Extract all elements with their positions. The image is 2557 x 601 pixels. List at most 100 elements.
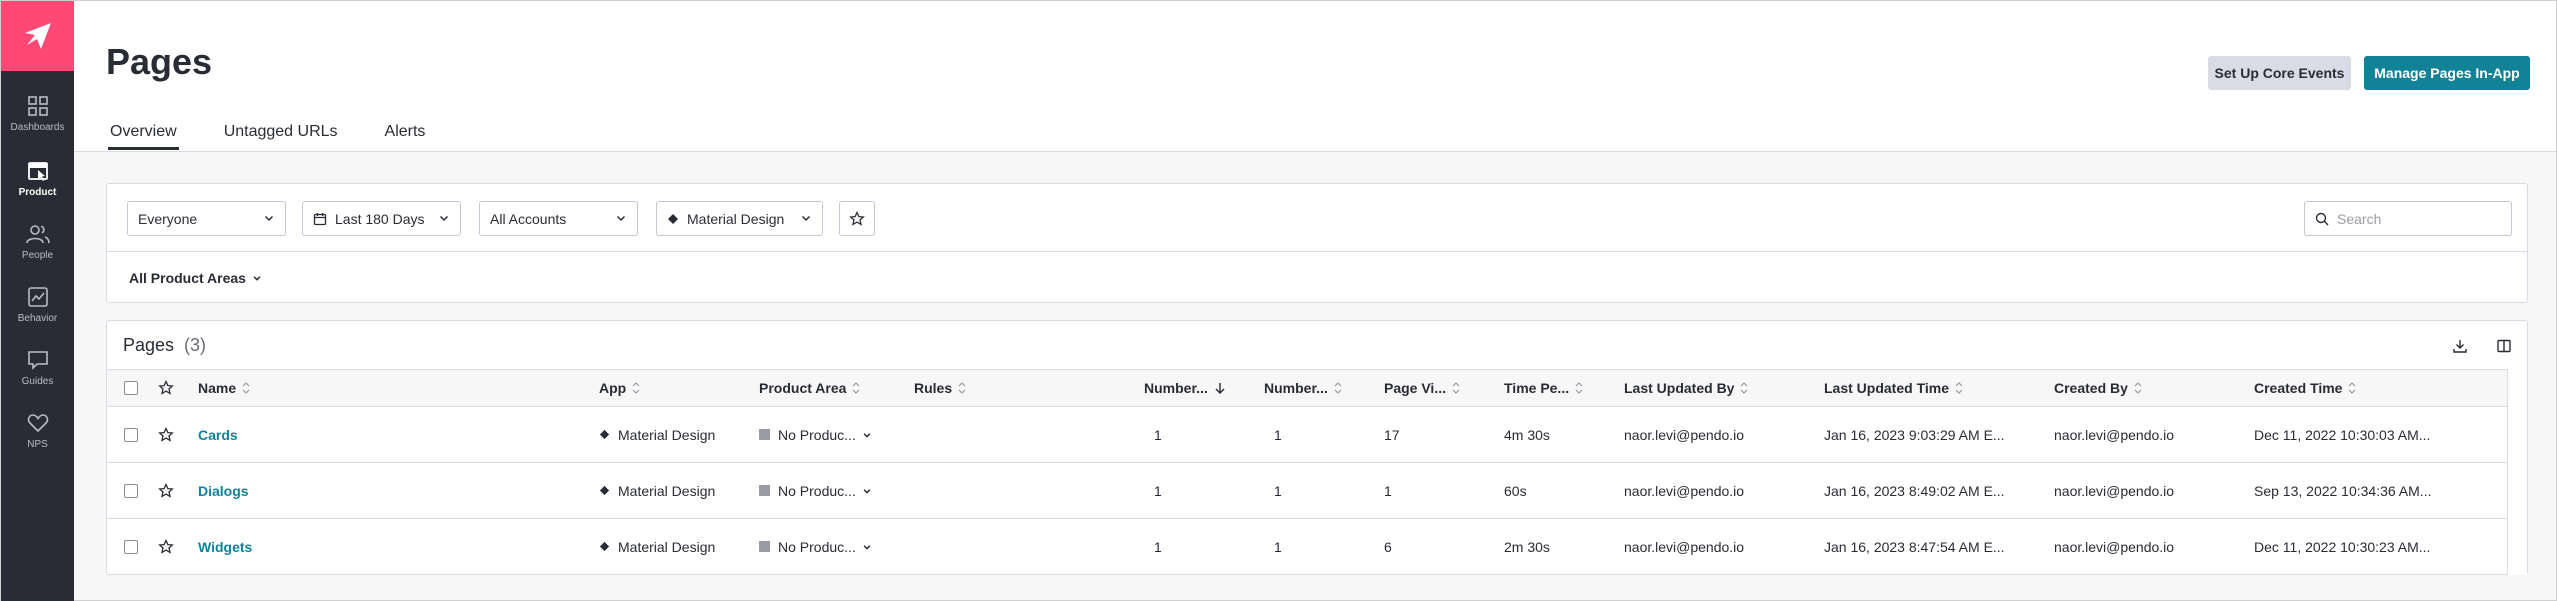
sidebar-item-people[interactable]: People	[1, 213, 74, 269]
date-range-value: Last 180 Days	[335, 210, 425, 227]
product-area-dropdown[interactable]: No Produc...	[759, 427, 872, 443]
download-icon[interactable]	[2449, 335, 2471, 357]
sidebar-item-dashboards[interactable]: Dashboards	[1, 85, 74, 141]
time-per-cell: 2m 30s	[1504, 538, 1550, 555]
row-star-cell	[158, 519, 174, 574]
sidebar: Dashboards Product People Behavior Guide…	[1, 1, 74, 601]
segment-value: Everyone	[138, 210, 198, 227]
time-per-cell: 60s	[1504, 482, 1527, 499]
column-header-app[interactable]: App	[599, 370, 640, 406]
product-area-dropdown[interactable]: No Produc...	[759, 539, 872, 555]
sidebar-item-behavior[interactable]: Behavior	[1, 276, 74, 332]
search-box[interactable]	[2304, 201, 2512, 236]
app-diamond-icon	[599, 541, 610, 552]
product-area-cell: No Produc...	[759, 407, 872, 462]
column-label: Last Updated By	[1624, 380, 1735, 396]
page-name-link[interactable]: Widgets	[198, 539, 252, 555]
sidebar-item-label: Dashboards	[10, 121, 65, 133]
column-header-name[interactable]: Name	[198, 370, 250, 406]
heart-icon	[26, 411, 50, 435]
table-row[interactable]: Cards Material Design No Produc... 1 1 1…	[107, 407, 2507, 463]
sidebar-item-label: Product	[18, 186, 57, 198]
sidebar-item-nps[interactable]: NPS	[1, 402, 74, 458]
sidebar-item-guides[interactable]: Guides	[1, 339, 74, 395]
chevron-down-icon	[264, 215, 274, 222]
column-header-product-area[interactable]: Product Area	[759, 370, 860, 406]
row-checkbox[interactable]	[124, 539, 138, 554]
column-header-created-time[interactable]: Created Time	[2254, 370, 2356, 406]
product-area-dropdown[interactable]: No Produc...	[759, 483, 872, 499]
page-title: Pages	[106, 41, 213, 82]
sidebar-item-product[interactable]: Product	[1, 150, 74, 206]
column-header-rules[interactable]: Rules	[914, 370, 966, 406]
product-area-cell: No Produc...	[759, 463, 872, 518]
tab-overview[interactable]: Overview	[108, 123, 179, 150]
column-header-created-by[interactable]: Created By	[2054, 370, 2142, 406]
star-icon[interactable]	[158, 538, 174, 555]
sort-icon	[1452, 381, 1460, 395]
page-header: Pages Set Up Core Events Manage Pages In…	[74, 1, 2556, 152]
column-header-time-per[interactable]: Time Pe...	[1504, 370, 1583, 406]
page-views-cell: 17	[1384, 426, 1400, 443]
accounts-dropdown[interactable]: All Accounts	[479, 201, 638, 236]
name-cell: Widgets	[198, 519, 252, 574]
tab-untagged-urls[interactable]: Untagged URLs	[222, 123, 340, 150]
page-views-cell: 1	[1384, 482, 1392, 499]
setup-core-events-button[interactable]: Set Up Core Events	[2208, 56, 2351, 90]
table-row[interactable]: Dialogs Material Design No Produc... 1 1…	[107, 463, 2507, 519]
app-name: Material Design	[618, 482, 716, 499]
pendo-logo[interactable]	[1, 1, 74, 71]
time-per-cell: 4m 30s	[1504, 426, 1550, 443]
search-icon	[2315, 212, 2329, 225]
select-all-checkbox[interactable]	[124, 381, 138, 395]
created-time-cell: Dec 11, 2022 10:30:03 AM...	[2254, 426, 2431, 443]
row-checkbox[interactable]	[124, 427, 138, 442]
table-vertical-scrollbar[interactable]	[2507, 369, 2527, 575]
date-range-dropdown[interactable]: Last 180 Days	[302, 201, 461, 236]
app-cell: Material Design	[599, 463, 715, 518]
number-1-cell: 1	[1154, 426, 1162, 443]
column-header-number-2[interactable]: Number...	[1264, 370, 1342, 406]
table-title-text: Pages	[123, 335, 175, 355]
app-cell: Material Design	[599, 407, 715, 462]
product-areas-dropdown[interactable]: All Product Areas	[129, 270, 262, 286]
app-cell: Material Design	[599, 519, 715, 574]
star-icon[interactable]	[158, 482, 174, 499]
column-header-last-updated-time[interactable]: Last Updated Time	[1824, 370, 1963, 406]
product-area-value: No Produc...	[778, 482, 856, 499]
last-updated-by-cell: naor.levi@pendo.io	[1624, 538, 1745, 555]
sort-icon	[2348, 381, 2356, 395]
app-dropdown[interactable]: Material Design	[656, 201, 823, 236]
row-checkbox-cell	[124, 519, 138, 574]
column-label: Page Vi...	[1384, 380, 1446, 396]
page-name-link[interactable]: Dialogs	[198, 483, 249, 499]
sidebar-item-label: Guides	[21, 375, 54, 387]
column-header-page-views[interactable]: Page Vi...	[1384, 370, 1460, 406]
page-name-link[interactable]: Cards	[198, 427, 238, 443]
columns-icon[interactable]	[2493, 335, 2515, 357]
tab-alerts[interactable]: Alerts	[383, 123, 428, 150]
segment-dropdown[interactable]: Everyone	[127, 201, 286, 236]
table-row[interactable]: Widgets Material Design No Produc... 1 1…	[107, 519, 2507, 575]
sort-icon	[1575, 381, 1583, 395]
row-checkbox[interactable]	[124, 483, 138, 498]
chevron-down-icon	[439, 215, 449, 222]
manage-pages-in-app-button[interactable]: Manage Pages In-App	[2364, 56, 2530, 90]
sidebar-item-label: NPS	[27, 438, 48, 450]
name-cell: Cards	[198, 407, 238, 462]
app-name: Material Design	[618, 538, 716, 555]
star-icon[interactable]	[158, 380, 174, 396]
column-label: Last Updated Time	[1824, 380, 1949, 396]
number-2-cell: 1	[1274, 482, 1282, 499]
pendo-logo-icon	[24, 23, 51, 49]
calendar-icon	[313, 212, 327, 226]
star-icon[interactable]	[158, 426, 174, 443]
row-checkbox-cell	[124, 463, 138, 518]
favorites-filter-button[interactable]	[839, 201, 875, 236]
last-updated-time-cell: Jan 16, 2023 8:49:02 AM E...	[1824, 482, 2005, 499]
search-input[interactable]	[2337, 210, 2497, 227]
sidebar-item-label: Behavior	[17, 312, 58, 324]
column-label: Name	[198, 380, 237, 396]
column-header-number-1[interactable]: Number...	[1144, 370, 1226, 406]
column-header-last-updated-by[interactable]: Last Updated By	[1624, 370, 1748, 406]
